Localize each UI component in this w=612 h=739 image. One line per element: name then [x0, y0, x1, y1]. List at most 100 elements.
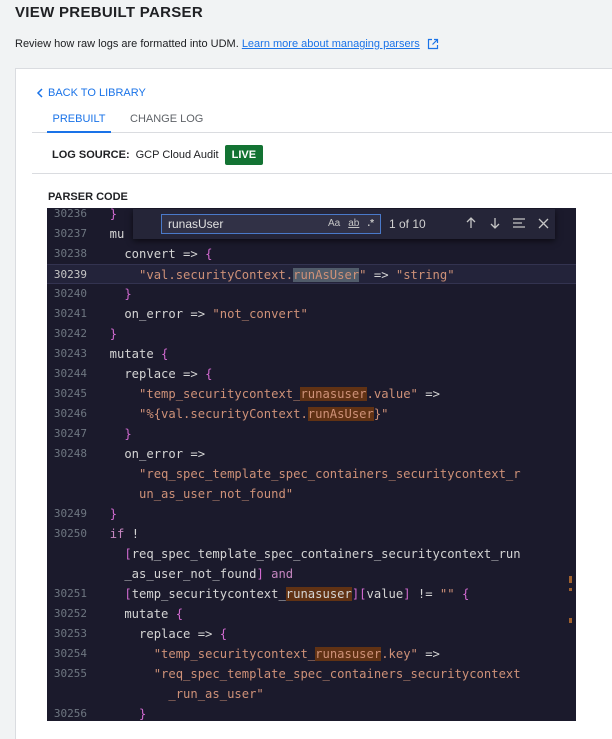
- tab-bar: PREBUILT CHANGE LOG: [32, 109, 612, 133]
- code-text: replace => {: [95, 627, 228, 641]
- log-source-row: LOG SOURCE: GCP Cloud Audit LIVE: [52, 144, 264, 166]
- code-text: on_error =>: [95, 447, 206, 461]
- line-number: 30246: [53, 407, 87, 420]
- parser-code-label: PARSER CODE: [48, 191, 128, 203]
- code-line[interactable]: 30238 convert => {: [47, 244, 576, 264]
- code-line[interactable]: 30255 "req_spec_template_spec_containers…: [47, 664, 576, 684]
- line-number: 30251: [53, 587, 87, 600]
- code-editor[interactable]: 30236 } 30237 mu 30238 convert => {30239 "…: [47, 208, 576, 721]
- external-link-icon[interactable]: [427, 38, 439, 50]
- code-text: "req_spec_template_spec_containers_secur…: [139, 467, 521, 481]
- line-number: 30248: [53, 447, 87, 460]
- code-line[interactable]: 30247 }: [47, 424, 576, 444]
- code-text: }: [124, 427, 132, 441]
- arrow-down-icon[interactable]: [483, 217, 507, 232]
- line-number: 30253: [53, 627, 87, 640]
- code-line[interactable]: 30251 [temp_securitycontext_runasuser][v…: [47, 584, 576, 604]
- description-text: Review how raw logs are formatted into U…: [15, 38, 239, 50]
- line-number: 30254: [53, 647, 87, 660]
- code-text: _run_as_user": [168, 687, 264, 701]
- line-number: 30247: [53, 427, 87, 440]
- code-text: [temp_securitycontext_runasuser][value] …: [124, 587, 470, 601]
- code-text: mutate {: [95, 347, 169, 361]
- code-text: mu: [95, 227, 125, 241]
- code-line[interactable]: 30245 "temp_securitycontext_runasuser.va…: [47, 384, 576, 404]
- scroll-match-marker: [569, 618, 572, 623]
- code-line[interactable]: 30250 if !: [47, 524, 576, 544]
- code-text: }: [109, 507, 118, 521]
- code-line[interactable]: 30252 mutate {: [47, 604, 576, 624]
- code-text: [req_spec_template_spec_containers_secur…: [124, 547, 521, 561]
- code-line[interactable]: 30241 on_error => "not_convert": [47, 304, 576, 324]
- line-number: 30237: [53, 227, 87, 240]
- line-number: 30244: [53, 367, 87, 380]
- code-text: "%{val.securityContext.runAsUser}": [139, 407, 389, 421]
- chevron-left-icon: [36, 88, 43, 98]
- code-line[interactable]: 30239 "val.securityContext.runAsUser" =>…: [47, 264, 576, 284]
- code-line[interactable]: _as_user_not_found] and: [47, 564, 576, 584]
- arrow-up-icon[interactable]: [459, 216, 483, 232]
- close-icon[interactable]: [531, 217, 555, 232]
- line-number: 30242: [53, 327, 87, 340]
- divider: [32, 173, 612, 174]
- line-number: 30241: [53, 307, 87, 320]
- line-number: 30250: [53, 527, 87, 540]
- back-link-label: BACK TO LIBRARY: [48, 87, 146, 99]
- line-number: 30249: [53, 507, 87, 520]
- code-line[interactable]: [req_spec_template_spec_containers_secur…: [47, 544, 576, 564]
- page-description: Review how raw logs are formatted into U…: [15, 38, 439, 50]
- line-number: 30245: [53, 387, 87, 400]
- code-text: un_as_user_not_found": [139, 487, 294, 501]
- code-line[interactable]: 30253 replace => {: [47, 624, 576, 644]
- code-text: convert => {: [95, 247, 213, 261]
- code-text: on_error => "not_convert": [95, 307, 308, 321]
- code-text: mutate {: [95, 607, 184, 621]
- log-source-label: LOG SOURCE:: [52, 149, 130, 161]
- scroll-match-marker: [569, 576, 572, 583]
- line-number: 30252: [53, 607, 87, 620]
- code-text: _as_user_not_found] and: [95, 567, 294, 581]
- code-text: }: [139, 707, 147, 721]
- code-text: }: [109, 327, 118, 341]
- code-text: "req_spec_template_spec_containers_secur…: [153, 667, 521, 681]
- find-query: runasUser: [168, 217, 224, 231]
- parser-card: BACK TO LIBRARY PREBUILT CHANGE LOG LOG …: [15, 68, 612, 739]
- learn-more-link[interactable]: Learn more about managing parsers: [242, 38, 420, 50]
- match-word-icon[interactable]: ab: [348, 215, 359, 233]
- code-line[interactable]: 30240 }: [47, 284, 576, 304]
- tab-prebuilt[interactable]: PREBUILT: [47, 113, 111, 133]
- log-source-value: GCP Cloud Audit: [135, 149, 219, 161]
- back-to-library-link[interactable]: BACK TO LIBRARY: [36, 87, 146, 99]
- code-line[interactable]: 30249 }: [47, 504, 576, 524]
- line-number: 30238: [53, 247, 87, 260]
- code-text: }: [109, 208, 118, 221]
- code-line[interactable]: 30243 mutate {: [47, 344, 576, 364]
- find-widget: runasUser Aa ab .* 1 of 10: [133, 209, 555, 239]
- regex-icon[interactable]: .*: [367, 215, 374, 233]
- line-number: 30239: [53, 268, 87, 281]
- code-line[interactable]: 30254 "temp_securitycontext_runasuser.ke…: [47, 644, 576, 664]
- match-case-icon[interactable]: Aa: [328, 215, 340, 233]
- line-number: 30236: [53, 208, 87, 220]
- page-title: VIEW PREBUILT PARSER: [15, 4, 203, 21]
- status-badge: LIVE: [224, 145, 264, 165]
- line-number: 30256: [53, 707, 87, 720]
- code-line[interactable]: 30246 "%{val.securityContext.runAsUser}": [47, 404, 576, 424]
- tab-change-log[interactable]: CHANGE LOG: [130, 113, 203, 131]
- code-text: if !: [109, 527, 140, 541]
- code-line[interactable]: un_as_user_not_found": [47, 484, 576, 504]
- find-in-selection-icon[interactable]: [507, 217, 531, 232]
- code-text: "temp_securitycontext_runasuser.value" =…: [139, 387, 440, 401]
- code-line[interactable]: 30248 on_error =>: [47, 444, 576, 464]
- line-number: 30255: [53, 667, 87, 680]
- line-number: 30243: [53, 347, 87, 360]
- code-text: replace => {: [95, 367, 213, 381]
- code-text: }: [124, 287, 132, 301]
- code-line[interactable]: 30242 }: [47, 324, 576, 344]
- code-line[interactable]: _run_as_user": [47, 684, 576, 704]
- find-match-count: 1 of 10: [389, 217, 426, 231]
- code-line[interactable]: "req_spec_template_spec_containers_secur…: [47, 464, 576, 484]
- find-input[interactable]: runasUser Aa ab .*: [161, 214, 381, 234]
- code-line[interactable]: 30256 }: [47, 704, 576, 721]
- code-line[interactable]: 30244 replace => {: [47, 364, 576, 384]
